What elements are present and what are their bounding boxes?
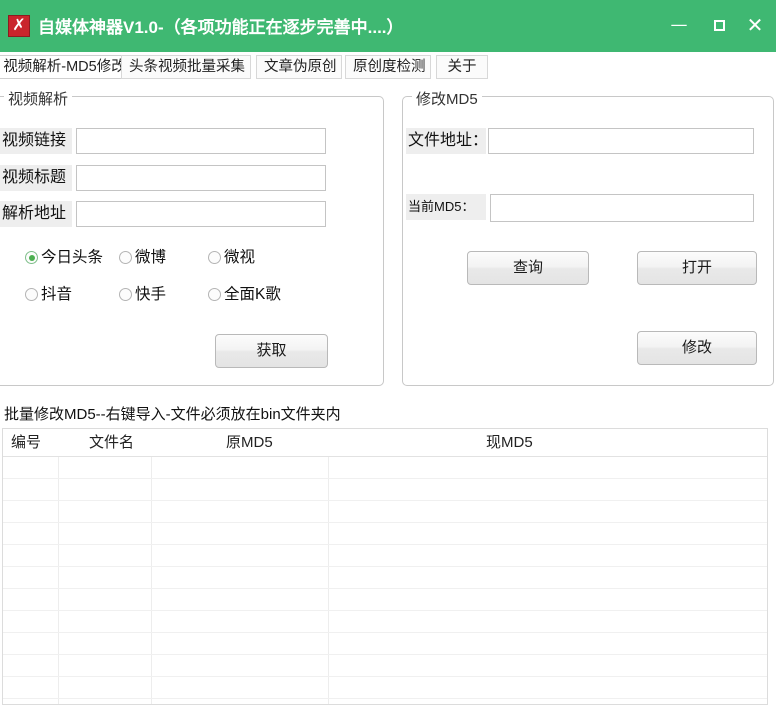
table-header-row: 编号 文件名 原MD5 现MD5 [3,429,767,457]
table-row[interactable] [3,545,767,567]
radio-douyin[interactable]: 抖音 [25,286,72,304]
table-row[interactable] [3,501,767,523]
tab-label: 视频解析-MD5修改 [3,59,126,75]
batch-md5-title: 批量修改MD5--右键导入-文件必须放在bin文件夹内 [4,406,341,423]
tab-originality-check[interactable]: 原创度检测 [345,55,431,79]
tab-label: 关于 [447,59,477,75]
column-header-filename: 文件名 [89,434,135,451]
radio-quanmian-kge[interactable]: 全面K歌 [208,286,281,304]
close-button[interactable]: ✕ [738,10,772,40]
file-address-label: 文件地址： [406,128,488,154]
maximize-icon [713,19,725,31]
radio-dot-icon [119,288,132,301]
column-header-original-md5: 原MD5 [226,434,273,451]
tab-about[interactable]: 关于 [436,55,488,79]
video-link-input[interactable] [76,128,326,154]
radio-label: 今日头条 [41,249,104,266]
radio-weibo[interactable]: 微博 [119,249,166,267]
radio-label: 快手 [135,286,167,303]
video-parse-legend: 视频解析 [4,88,73,109]
tab-video-parse-md5[interactable]: 视频解析-MD5修改 [0,55,137,79]
radio-dot-icon [119,251,132,264]
table-row[interactable] [3,567,767,589]
title-bar: ✗ 自媒体神器V1.0-（各项功能正在逐步完善中....） — ✕ [0,0,776,52]
current-md5-input[interactable] [490,194,754,222]
batch-md5-table[interactable]: 编号 文件名 原MD5 现MD5 [2,428,768,705]
table-row[interactable] [3,589,767,611]
fetch-button[interactable]: 获取 [215,334,328,368]
table-row[interactable] [3,479,767,501]
window-title: 自媒体神器V1.0-（各项功能正在逐步完善中....） [38,18,404,37]
parse-address-label: 解析地址 [0,201,72,227]
radio-label: 抖音 [41,286,73,303]
radio-dot-icon [208,251,221,264]
table-row[interactable] [3,523,767,545]
app-icon: ✗ [8,15,30,37]
table-row[interactable] [3,655,767,677]
app-icon-glyph: ✗ [12,15,26,34]
file-address-input[interactable] [488,128,754,154]
radio-weishi[interactable]: 微视 [208,249,255,267]
radio-toutiao[interactable]: 今日头条 [25,249,103,267]
open-button[interactable]: 打开 [637,251,757,285]
radio-dot-icon [25,288,38,301]
tab-label: 文章伪原创 [264,59,337,75]
table-row[interactable] [3,677,767,699]
maximize-button[interactable] [702,10,736,40]
table-row[interactable] [3,633,767,655]
table-row[interactable] [3,457,767,479]
radio-label: 微视 [224,249,256,266]
video-title-input[interactable] [76,165,326,191]
radio-dot-icon [25,251,38,264]
tab-strip: 视频解析-MD5修改 头条视频批量采集 文章伪原创 原创度检测 关于 [0,52,776,80]
table-row[interactable] [3,611,767,633]
parse-address-input[interactable] [76,201,326,227]
query-button[interactable]: 查询 [467,251,589,285]
radio-label: 全面K歌 [224,286,281,303]
tab-toutiao-batch-collect[interactable]: 头条视频批量采集 [121,55,251,79]
current-md5-label: 当前MD5： [406,194,486,220]
tab-label: 头条视频批量采集 [129,59,245,75]
tab-label: 原创度检测 [353,59,426,75]
modify-md5-legend: 修改MD5 [412,88,482,109]
modify-button[interactable]: 修改 [637,331,757,365]
radio-kuaishou[interactable]: 快手 [119,286,166,304]
minimize-icon: — [670,15,688,35]
minimize-button[interactable]: — [662,10,696,40]
radio-label: 微博 [135,249,167,266]
column-header-index: 编号 [11,434,42,451]
video-title-label: 视频标题 [0,165,72,191]
close-icon: ✕ [746,13,764,37]
video-link-label: 视频链接 [0,128,72,154]
tab-article-rewrite[interactable]: 文章伪原创 [256,55,342,79]
column-header-current-md5: 现MD5 [486,434,533,451]
radio-dot-icon [208,288,221,301]
